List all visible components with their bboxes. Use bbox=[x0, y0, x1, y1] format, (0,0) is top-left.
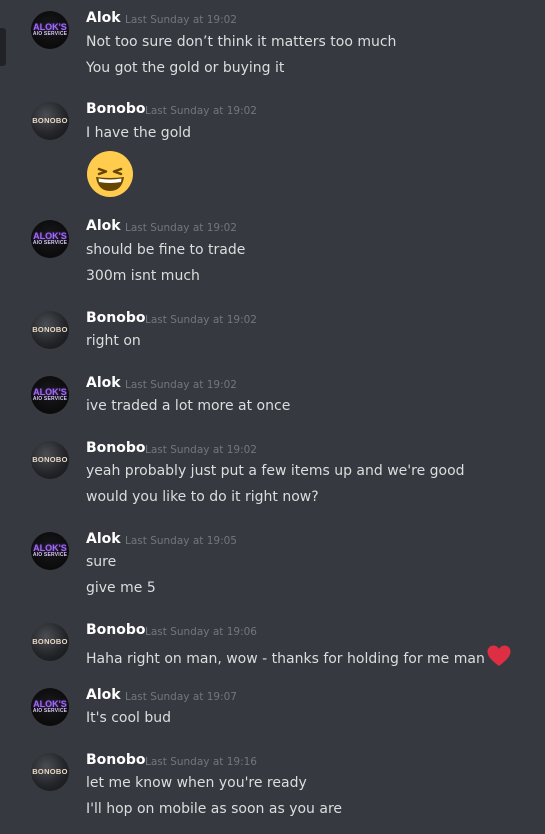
avatar-subtext: AIO SERVICE bbox=[32, 552, 68, 558]
message-text: would you like to do it right now? bbox=[86, 489, 319, 505]
username[interactable]: Alok bbox=[86, 375, 121, 391]
timestamp: Last Sunday at 19:05 bbox=[125, 535, 237, 547]
message-text: give me 5 bbox=[86, 580, 156, 596]
avatar-text: BONOBO bbox=[32, 116, 68, 125]
avatar-subtext: AIO SERVICE bbox=[32, 708, 68, 714]
username[interactable]: Bonobo bbox=[86, 752, 146, 768]
message-text: I'll hop on mobile as soon as you are bbox=[86, 801, 343, 817]
message-text: Haha right on man, wow - thanks for hold… bbox=[86, 651, 485, 667]
message-text: sure bbox=[86, 554, 117, 570]
avatar-subtext: AIO SERVICE bbox=[32, 396, 68, 402]
username[interactable]: Alok bbox=[86, 10, 121, 26]
avatar-subtext: AIO SERVICE bbox=[32, 31, 68, 37]
timestamp: Last Sunday at 19:02 bbox=[145, 444, 257, 456]
message-text: It's cool bud bbox=[86, 710, 172, 726]
username[interactable]: Bonobo bbox=[86, 440, 146, 456]
message-text: Not too sure don’t think it matters too … bbox=[86, 34, 397, 50]
timestamp: Last Sunday at 19:02 bbox=[125, 222, 237, 234]
avatar-text: BONOBO bbox=[32, 455, 68, 464]
avatar-text: BONOBO bbox=[32, 767, 68, 776]
avatar-bonobo[interactable]: BONOBO bbox=[31, 311, 69, 349]
avatar-text: BONOBO bbox=[32, 325, 68, 334]
message-text: right on bbox=[86, 333, 141, 349]
message-text: I have the gold bbox=[86, 125, 192, 141]
avatar-text: BONOBO bbox=[32, 637, 68, 646]
timestamp: Last Sunday at 19:07 bbox=[125, 691, 237, 703]
message-text: You got the gold or buying it bbox=[86, 60, 285, 76]
avatar-bonobo[interactable]: BONOBO bbox=[31, 441, 69, 479]
timestamp: Last Sunday at 19:02 bbox=[125, 379, 237, 391]
timestamp: Last Sunday at 19:02 bbox=[125, 14, 237, 26]
red-heart-emoji[interactable] bbox=[487, 645, 511, 667]
avatar-bonobo[interactable]: BONOBO bbox=[31, 102, 69, 140]
message-text: 300m isnt much bbox=[86, 268, 200, 284]
username[interactable]: Bonobo bbox=[86, 622, 146, 638]
avatar-alok[interactable]: ALOK'S AIO SERVICE bbox=[31, 532, 69, 570]
avatar-alok[interactable]: ALOK'S AIO SERVICE bbox=[31, 688, 69, 726]
message-line: Haha right on man, wow - thanks for hold… bbox=[86, 645, 511, 667]
username[interactable]: Bonobo bbox=[86, 310, 146, 326]
username[interactable]: Alok bbox=[86, 687, 121, 703]
message-text: ive traded a lot more at once bbox=[86, 398, 291, 414]
avatar-alok[interactable]: ALOK'S AIO SERVICE bbox=[31, 220, 69, 258]
username[interactable]: Alok bbox=[86, 218, 121, 234]
message-text: yeah probably just put a few items up an… bbox=[86, 463, 465, 479]
message-text: let me know when you're ready bbox=[86, 775, 307, 791]
timestamp: Last Sunday at 19:02 bbox=[145, 314, 257, 326]
timestamp: Last Sunday at 19:02 bbox=[145, 105, 257, 117]
username[interactable]: Alok bbox=[86, 531, 121, 547]
message-text: should be fine to trade bbox=[86, 242, 246, 258]
avatar-subtext: AIO SERVICE bbox=[32, 240, 68, 246]
timestamp: Last Sunday at 19:06 bbox=[145, 626, 257, 638]
timestamp: Last Sunday at 19:16 bbox=[145, 756, 257, 768]
username[interactable]: Bonobo bbox=[86, 101, 146, 117]
avatar-alok[interactable]: ALOK'S AIO SERVICE bbox=[31, 11, 69, 49]
avatar-alok[interactable]: ALOK'S AIO SERVICE bbox=[31, 376, 69, 414]
avatar-bonobo[interactable]: BONOBO bbox=[31, 753, 69, 791]
grinning-squinting-face-emoji[interactable] bbox=[86, 150, 134, 198]
scroll-indicator[interactable] bbox=[0, 28, 6, 66]
avatar-bonobo[interactable]: BONOBO bbox=[31, 623, 69, 661]
